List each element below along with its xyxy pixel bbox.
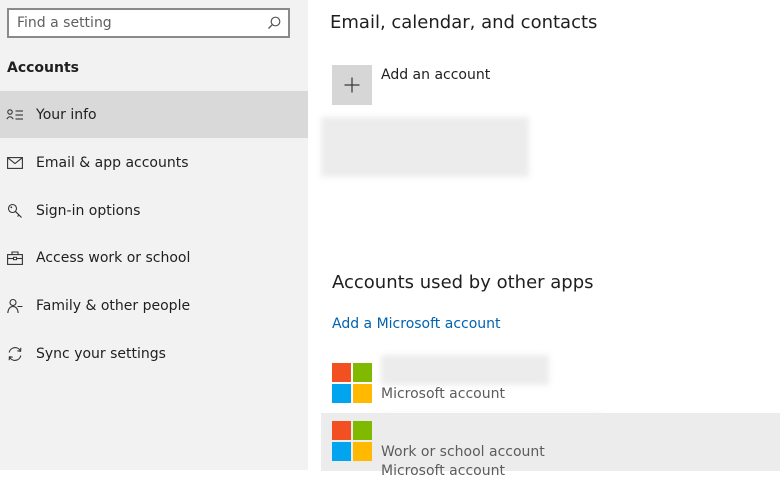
search-icon[interactable] — [266, 15, 282, 31]
redacted-account-name — [381, 415, 603, 445]
add-account-label[interactable]: Add an account — [381, 67, 490, 83]
sidebar-item-label: Email & app accounts — [36, 154, 189, 171]
plus-icon — [344, 77, 360, 93]
other-apps-title: Accounts used by other apps — [332, 272, 594, 293]
sidebar-item-your-info[interactable]: Your info — [0, 91, 308, 138]
redacted-account-entry[interactable] — [321, 117, 529, 177]
add-account-button[interactable] — [332, 65, 372, 105]
sidebar-item-label: Sync your settings — [36, 345, 166, 362]
people-icon — [5, 296, 25, 316]
sidebar-item-access-work-school[interactable]: Access work or school — [0, 234, 308, 281]
sync-icon — [5, 344, 25, 364]
key-icon — [5, 201, 25, 221]
sidebar-item-sync-settings[interactable]: Sync your settings — [0, 330, 308, 377]
sidebar-item-family-other-people[interactable]: Family & other people — [0, 282, 308, 329]
search-input[interactable] — [17, 13, 257, 33]
add-microsoft-account-link[interactable]: Add a Microsoft account — [332, 316, 501, 332]
email-section-title: Email, calendar, and contacts — [330, 12, 598, 33]
account-row-microsoft[interactable]: Microsoft account — [321, 355, 780, 413]
account-row-work-school[interactable]: Work or school account Microsoft account — [321, 413, 780, 479]
sidebar-item-sign-in-options[interactable]: Sign-in options — [0, 187, 308, 234]
person-info-icon — [5, 105, 25, 125]
briefcase-icon — [5, 248, 25, 268]
mail-icon — [5, 153, 25, 173]
account-type-label: Work or school account — [381, 444, 545, 460]
sidebar-item-label: Access work or school — [36, 249, 191, 266]
sidebar-item-label: Family & other people — [36, 297, 191, 314]
section-label-accounts: Accounts — [7, 60, 80, 76]
microsoft-logo-icon — [332, 363, 372, 403]
account-extra-label: Microsoft account — [381, 463, 505, 479]
account-type-label: Microsoft account — [381, 386, 505, 402]
sidebar-item-email-app-accounts[interactable]: Email & app accounts — [0, 139, 308, 186]
main-content: Email, calendar, and contacts Add an acc… — [308, 0, 780, 479]
search-box[interactable] — [7, 8, 290, 38]
sidebar-item-label: Your info — [36, 106, 97, 123]
redacted-account-name — [381, 355, 549, 385]
settings-sidebar: Accounts Your info Email & app accounts — [0, 0, 308, 470]
microsoft-logo-icon — [332, 421, 372, 461]
sidebar-item-label: Sign-in options — [36, 202, 141, 219]
